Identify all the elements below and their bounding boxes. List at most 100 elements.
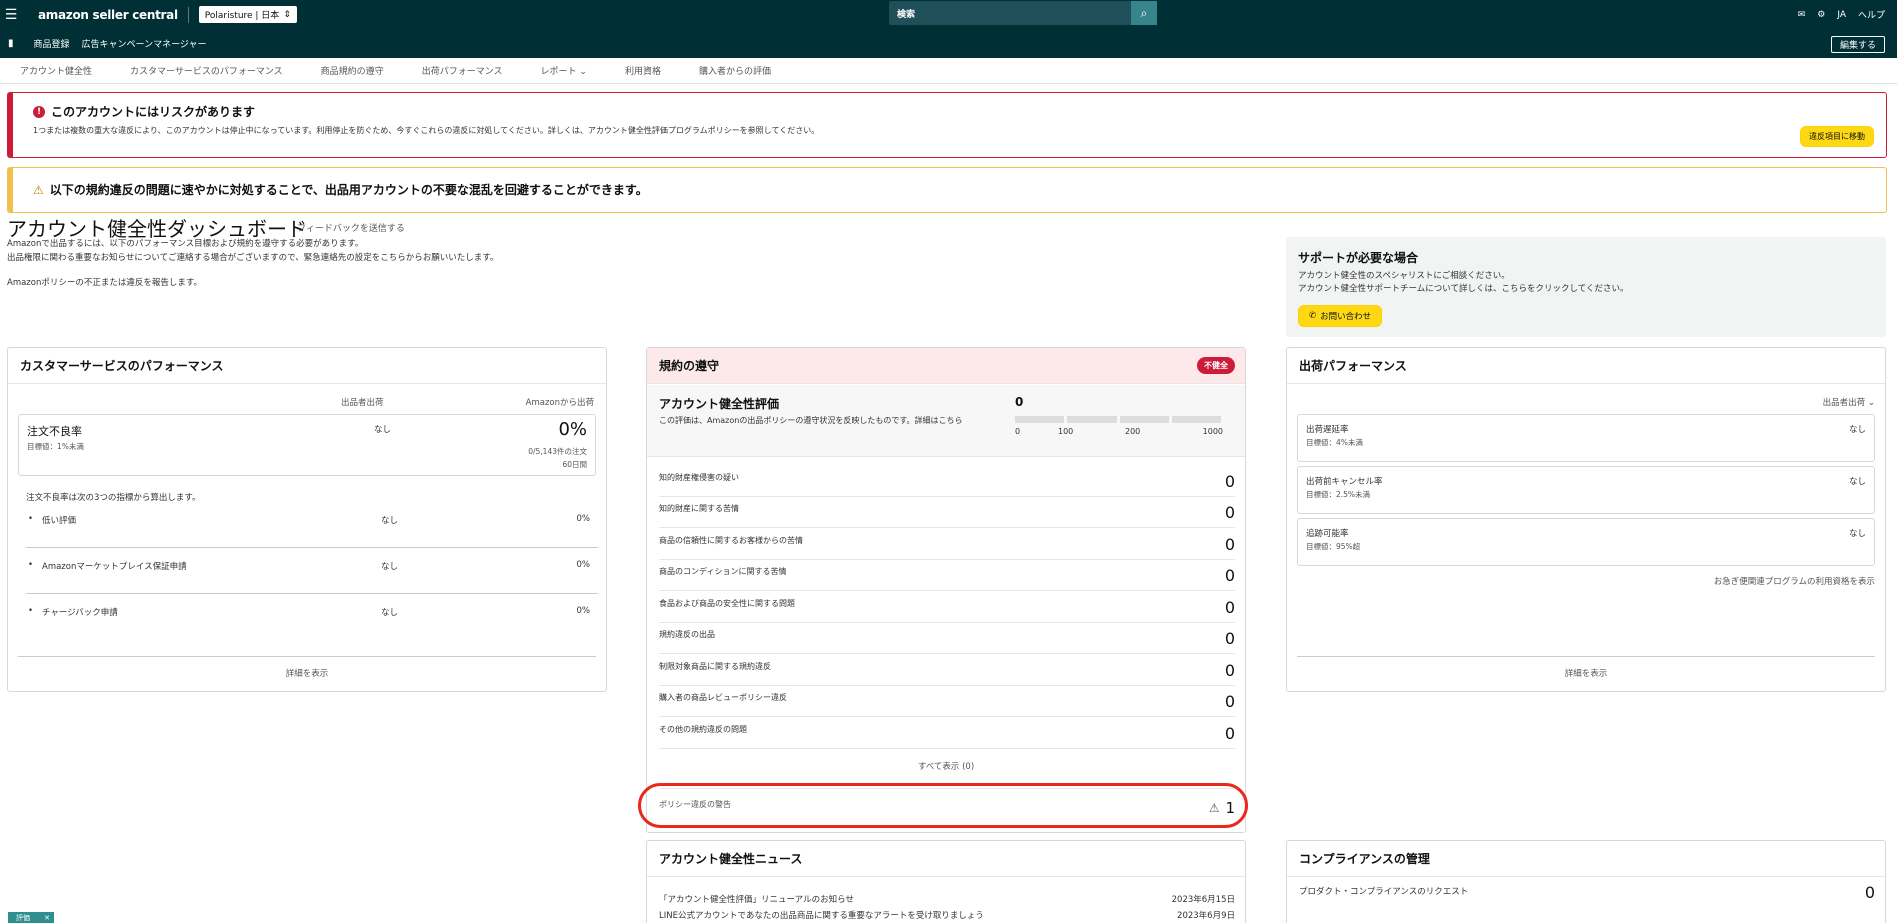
metric-target: 目標値：4%未満 <box>1306 438 1363 447</box>
contact-us-label: お問い合わせ <box>1320 312 1372 322</box>
table-row[interactable]: 制限対象商品に関する規約違反 0 <box>659 655 1235 686</box>
news-text: LINE公式アカウントであなたの出品商品に関する重要なアラートを受け取りましょう <box>659 911 984 921</box>
metric-name: 出荷遅延率 <box>1306 425 1349 435</box>
table-row[interactable]: 商品のコンディションに関する苦情 0 <box>659 560 1235 591</box>
order-defect-rate-box[interactable]: 注文不良率 目標値：1%未満 なし 0% 0/5,143件の注文 60日間 <box>18 414 596 476</box>
row-name: 制限対象商品に関する規約違反 <box>659 662 771 671</box>
menu-icon[interactable]: ☰ <box>0 0 22 29</box>
table-row[interactable]: 知的財産権侵害の疑い 0 <box>659 466 1235 497</box>
table-row[interactable]: 規約違反の出品 0 <box>659 623 1235 654</box>
tab-customer-service[interactable]: カスタマーサービスのパフォーマンス <box>130 64 283 77</box>
view-details-link[interactable]: 詳細を表示 <box>1297 656 1875 679</box>
search-icon[interactable]: ⌕ <box>1131 1 1157 25</box>
shipping-filter-label: 出品者出荷 <box>1822 398 1866 408</box>
risk-alert-title-row: ! このアカウントにはリスクがあります <box>33 103 255 120</box>
compliance-title: コンプライアンスの管理 <box>1287 841 1885 877</box>
tab-product-policy[interactable]: 商品規約の遵守 <box>321 64 384 77</box>
row-value: 0 <box>1224 535 1235 554</box>
contact-us-button[interactable]: ✆ お問い合わせ <box>1298 305 1383 327</box>
bookmark-ad-campaign[interactable]: 広告キャンペーンマネージャー <box>82 37 207 50</box>
metric-value: なし <box>1848 477 1866 487</box>
news-date: 2023年6月15日 <box>1171 895 1235 905</box>
row-name: 商品のコンディションに関する苦情 <box>659 567 787 576</box>
rating-bar <box>1015 416 1221 423</box>
tab-buyer-feedback[interactable]: 購入者からの評価 <box>699 64 771 77</box>
news-item[interactable]: LINE公式アカウントであなたの出品商品に関する重要なアラートを受け取りましょう… <box>659 909 1235 921</box>
list-item[interactable]: 出荷遅延率 目標値：4%未満 なし <box>1297 414 1875 462</box>
table-row[interactable]: 商品の信頼性に関するお客様からの苦情 0 <box>659 529 1235 560</box>
gear-icon[interactable]: ⚙ <box>1817 10 1825 20</box>
logo-divider <box>187 6 189 23</box>
search-placeholder: 検索 <box>897 9 916 20</box>
metric-name: Amazonマーケットプレイス保証申請 <box>28 560 187 572</box>
metric-seller: なし <box>381 562 399 572</box>
help-link[interactable]: ヘルプ <box>1858 8 1885 21</box>
report-violation-link[interactable]: Amazonポリシーの不正または違反を報告します。 <box>7 276 202 288</box>
row-name: その他の規約違反の問題 <box>659 725 747 734</box>
table-row[interactable]: 食品および商品の安全性に関する問題 0 <box>659 592 1235 623</box>
show-all-link[interactable]: すべて表示 (0) <box>647 760 1245 772</box>
support-line-2[interactable]: アカウント健全性サポートチームについて詳しくは、こちらをクリックしてください。 <box>1298 282 1628 294</box>
go-to-violations-button[interactable]: 違反項目に移動 <box>1800 126 1874 147</box>
row-value: 0 <box>1224 629 1235 648</box>
list-item[interactable]: チャージバック申請 なし 0% <box>26 606 598 640</box>
store-selector[interactable]: Polaristure | 日本 ⇕ <box>198 6 297 23</box>
phone-icon: ✆ <box>1309 311 1317 321</box>
account-health-news-card: アカウント健全性ニュース 「アカウント健全性評価」リニューアルのお知らせ 202… <box>646 840 1246 923</box>
intro-line-2[interactable]: 出品権限に関わる重要なお知らせについてご連絡する場合がございますので、緊急連絡先… <box>7 251 498 265</box>
rating-title: アカウント健全性評価 <box>659 397 780 411</box>
rating-description[interactable]: この評価は、Amazonの出品ポリシーの遵守状況を反映したものです。詳細はこちら <box>659 415 979 427</box>
search-input[interactable]: 検索 ⌕ <box>889 1 1157 25</box>
tick-label: 0 <box>1015 427 1021 436</box>
feedback-link[interactable]: フィードバックを送信する <box>297 221 405 234</box>
close-icon[interactable]: ✕ <box>44 914 50 922</box>
metric-value: なし <box>1848 529 1866 539</box>
metric-value: 0% <box>576 514 591 524</box>
view-details-link[interactable]: 詳細を表示 <box>18 656 596 679</box>
bookmark-icon[interactable]: ▮ <box>8 38 14 49</box>
highlight-circle <box>638 783 1248 828</box>
list-item[interactable]: 低い評価 なし 0% <box>26 514 598 548</box>
list-item[interactable]: 出荷前キャンセル率 目標値：2.5%未満 なし <box>1297 466 1875 514</box>
table-row[interactable]: 知的財産に関する苦情 0 <box>659 497 1235 528</box>
tab-shipping[interactable]: 出荷パフォーマンス <box>422 64 503 77</box>
metric-target: 目標値：95%超 <box>1306 542 1361 551</box>
risk-alert-title: このアカウントにはリスクがあります <box>51 105 256 119</box>
fast-delivery-eligibility-link[interactable]: お急ぎ便関連プログラムの利用資格を表示 <box>1714 575 1875 587</box>
compliance-request-link[interactable]: プロダクト・コンプライアンスのリクエスト <box>1299 885 1468 897</box>
tick-label: 200 <box>1125 427 1141 436</box>
metric-seller: なし <box>381 516 399 526</box>
shipping-performance-card: 出荷パフォーマンス 出品者出荷 ⌄ 出荷遅延率 目標値：4%未満 なし 出荷前キ… <box>1286 347 1886 692</box>
shipping-filter[interactable]: 出品者出荷 ⌄ <box>1823 396 1875 408</box>
list-item[interactable]: 追跡可能率 目標値：95%超 なし <box>1297 518 1875 566</box>
metric-name: 低い評価 <box>28 514 76 526</box>
table-row[interactable]: 購入者の商品レビューポリシー違反 0 <box>659 686 1235 717</box>
tab-account-health[interactable]: アカウント健全性 <box>20 64 92 77</box>
odr-amazon-value: 0% <box>558 419 587 440</box>
odr-seller-value: なし <box>374 425 392 435</box>
feedback-tab[interactable]: 評価 ✕ <box>8 912 54 923</box>
list-item[interactable]: Amazonマーケットプレイス保証申請 なし 0% <box>26 560 598 594</box>
metric-name: 追跡可能率 <box>1306 529 1349 539</box>
col-header-seller: 出品者出荷 <box>341 398 384 408</box>
language-selector[interactable]: JA <box>1837 10 1846 20</box>
metric-name: チャージバック申請 <box>28 606 118 618</box>
metric-target: 目標値：2.5%未満 <box>1306 490 1371 499</box>
mail-icon[interactable]: ✉ <box>1798 10 1806 20</box>
row-value: 0 <box>1224 503 1235 522</box>
tab-reports[interactable]: レポート ⌄ <box>541 64 587 77</box>
shipping-title: 出荷パフォーマンス <box>1287 348 1885 384</box>
customer-service-card: カスタマーサービスのパフォーマンス 出品者出荷 Amazonから出荷 注文不良率… <box>7 347 607 692</box>
table-row[interactable]: その他の規約違反の問題 0 <box>659 718 1235 749</box>
support-title: サポートが必要な場合 <box>1298 251 1419 265</box>
row-value: 0 <box>1224 566 1235 585</box>
tab-eligibility[interactable]: 利用資格 <box>625 64 661 77</box>
news-item[interactable]: 「アカウント健全性評価」リニューアルのお知らせ 2023年6月15日 <box>659 893 1235 905</box>
seller-central-logo[interactable]: amazon seller central <box>38 8 178 22</box>
top-right-tools: ✉ ⚙ JA ヘルプ <box>1798 0 1885 29</box>
support-line-1: アカウント健全性のスペシャリストにご相談ください。 <box>1298 271 1510 281</box>
metric-name: 出荷前キャンセル率 <box>1306 477 1383 487</box>
bookmark-product-listing[interactable]: 商品登録 <box>34 37 70 50</box>
edit-bookmarks-button[interactable]: 編集する <box>1830 36 1885 53</box>
status-badge: 不健全 <box>1197 357 1235 374</box>
